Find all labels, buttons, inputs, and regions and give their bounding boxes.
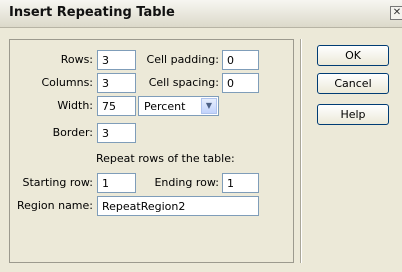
ending-row-label: Ending row: [154,176,219,189]
vertical-divider [300,39,302,263]
dialog-title: Insert Repeating Table [9,5,175,20]
cell-padding-field[interactable] [222,50,259,70]
region-name-field[interactable] [97,196,259,216]
width-label: Width: [57,99,93,112]
border-field[interactable] [97,123,136,143]
cell-spacing-label: Cell spacing: [148,76,219,89]
rows-label: Rows: [60,53,93,66]
rows-field[interactable] [97,50,136,70]
width-unit-select[interactable]: Percent ▼ [138,96,219,116]
chevron-down-icon[interactable]: ▼ [201,98,217,114]
cell-padding-label: Cell padding: [146,53,219,66]
border-label: Border: [52,126,93,139]
starting-row-field[interactable] [97,173,136,193]
columns-label: Columns: [41,76,93,89]
columns-field[interactable] [97,73,136,93]
title-bar: Insert Repeating Table ✕ [0,0,402,28]
ok-button[interactable]: OK [317,45,389,66]
repeat-rows-heading: Repeat rows of the table: [96,152,235,165]
cell-spacing-field[interactable] [222,73,259,93]
cancel-button[interactable]: Cancel [317,73,389,94]
width-field[interactable] [97,96,136,116]
insert-repeating-table-dialog: Insert Repeating Table ✕ Rows: Cell padd… [0,0,402,272]
close-icon[interactable]: ✕ [390,6,402,20]
starting-row-label: Starting row: [22,176,94,189]
help-button[interactable]: Help [317,104,389,125]
region-name-label: Region name: [16,199,93,212]
ending-row-field[interactable] [222,173,259,193]
width-unit-value: Percent [144,100,186,113]
